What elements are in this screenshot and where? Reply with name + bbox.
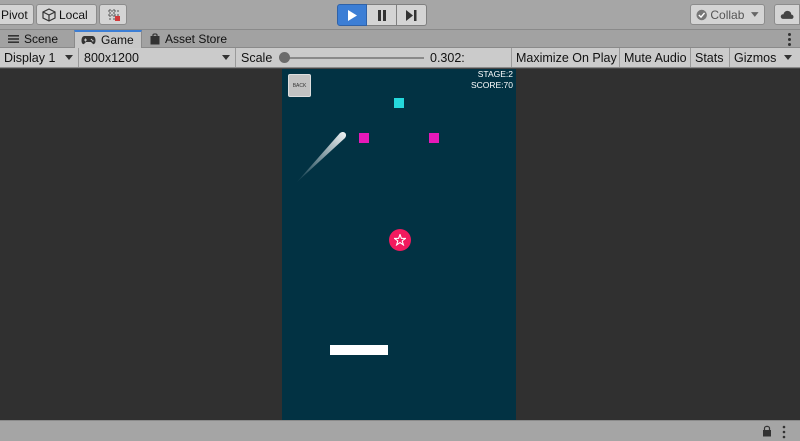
tab-asset-store[interactable]: Asset Store [144,30,244,48]
maximize-on-play-toggle[interactable]: Maximize On Play [512,48,620,67]
back-button[interactable]: BACK [288,74,311,97]
game-canvas[interactable]: BACK STAGE:2 SCORE:70 [282,69,516,420]
mute-audio-toggle[interactable]: Mute Audio [620,48,691,67]
check-icon [696,9,707,20]
pause-button[interactable] [367,4,397,26]
playback-controls [337,4,427,26]
tab-scene[interactable]: Scene [2,30,74,48]
window-tab-bar: Scene Game Asset Store [0,30,800,48]
gizmos-label: Gizmos [734,50,777,65]
resolution-dropdown[interactable]: 800x1200 [80,48,236,67]
score-text: SCORE:70 [470,80,513,90]
paddle[interactable] [330,345,388,355]
tab-scene-label: Scene [24,32,59,46]
game-viewport: BACK STAGE:2 SCORE:70 [0,69,800,420]
stats-toggle[interactable]: Stats [691,48,730,67]
tab-asset-store-label: Asset Store [165,32,228,46]
collab-dropdown[interactable]: Collab [690,4,765,25]
local-toggle[interactable]: Local [36,4,97,25]
stats-label: Stats [695,50,724,65]
scale-control: Scale 0.302: [237,48,512,67]
cloud-icon [780,10,794,19]
lock-icon[interactable] [762,425,772,437]
step-icon [406,9,417,21]
cloud-button[interactable] [774,4,800,25]
cube-icon [42,7,56,22]
star-icon [394,234,406,246]
step-button[interactable] [397,4,427,26]
pivot-label: Pivot [1,7,28,22]
chevron-down-icon [65,55,73,60]
tab-game-label: Game [101,33,134,47]
grid-snap-icon [107,9,120,21]
status-bar [0,420,800,441]
scale-label: Scale [241,50,273,65]
more-options-icon[interactable] [781,425,787,439]
scale-slider-thumb[interactable] [279,52,290,63]
main-toolbar: Pivot Local Collab [0,0,800,30]
chevron-down-icon [751,11,759,17]
gizmos-chevron-down-icon[interactable] [784,55,792,60]
scale-slider-track[interactable] [284,57,424,59]
pause-icon [377,9,386,21]
game-view-toolbar: Display 1 800x1200 Scale 0.302: Maximize… [0,48,800,68]
stage-text: STAGE:2 [477,69,513,79]
resolution-value: 800x1200 [84,50,139,65]
gamepad-icon [81,36,96,45]
back-label: BACK [292,82,307,89]
brick-magenta-right [429,133,439,143]
tab-options-icon[interactable] [782,32,796,46]
local-label: Local [59,7,88,22]
store-bag-icon [150,33,160,45]
brick-cyan [394,98,404,108]
grid-snap-button[interactable] [99,4,127,25]
ball [389,229,411,251]
pivot-toggle[interactable]: Pivot [0,4,34,25]
ball-motion-trail [296,131,347,183]
chevron-down-icon [222,55,230,60]
display-dropdown[interactable]: Display 1 [0,48,79,67]
mute-label: Mute Audio [624,50,687,65]
collab-label: Collab [710,7,745,22]
score-hud: STAGE:2 SCORE:70 [471,69,513,91]
brick-magenta-left [359,133,369,143]
display-value: Display 1 [4,50,56,65]
gizmos-toggle[interactable]: Gizmos [730,48,781,67]
tab-game[interactable]: Game [74,30,142,48]
scale-value: 0.302: [430,51,465,65]
scene-menu-icon [8,35,19,43]
maximize-label: Maximize On Play [516,50,617,65]
play-icon [348,9,357,21]
play-button[interactable] [337,4,367,26]
